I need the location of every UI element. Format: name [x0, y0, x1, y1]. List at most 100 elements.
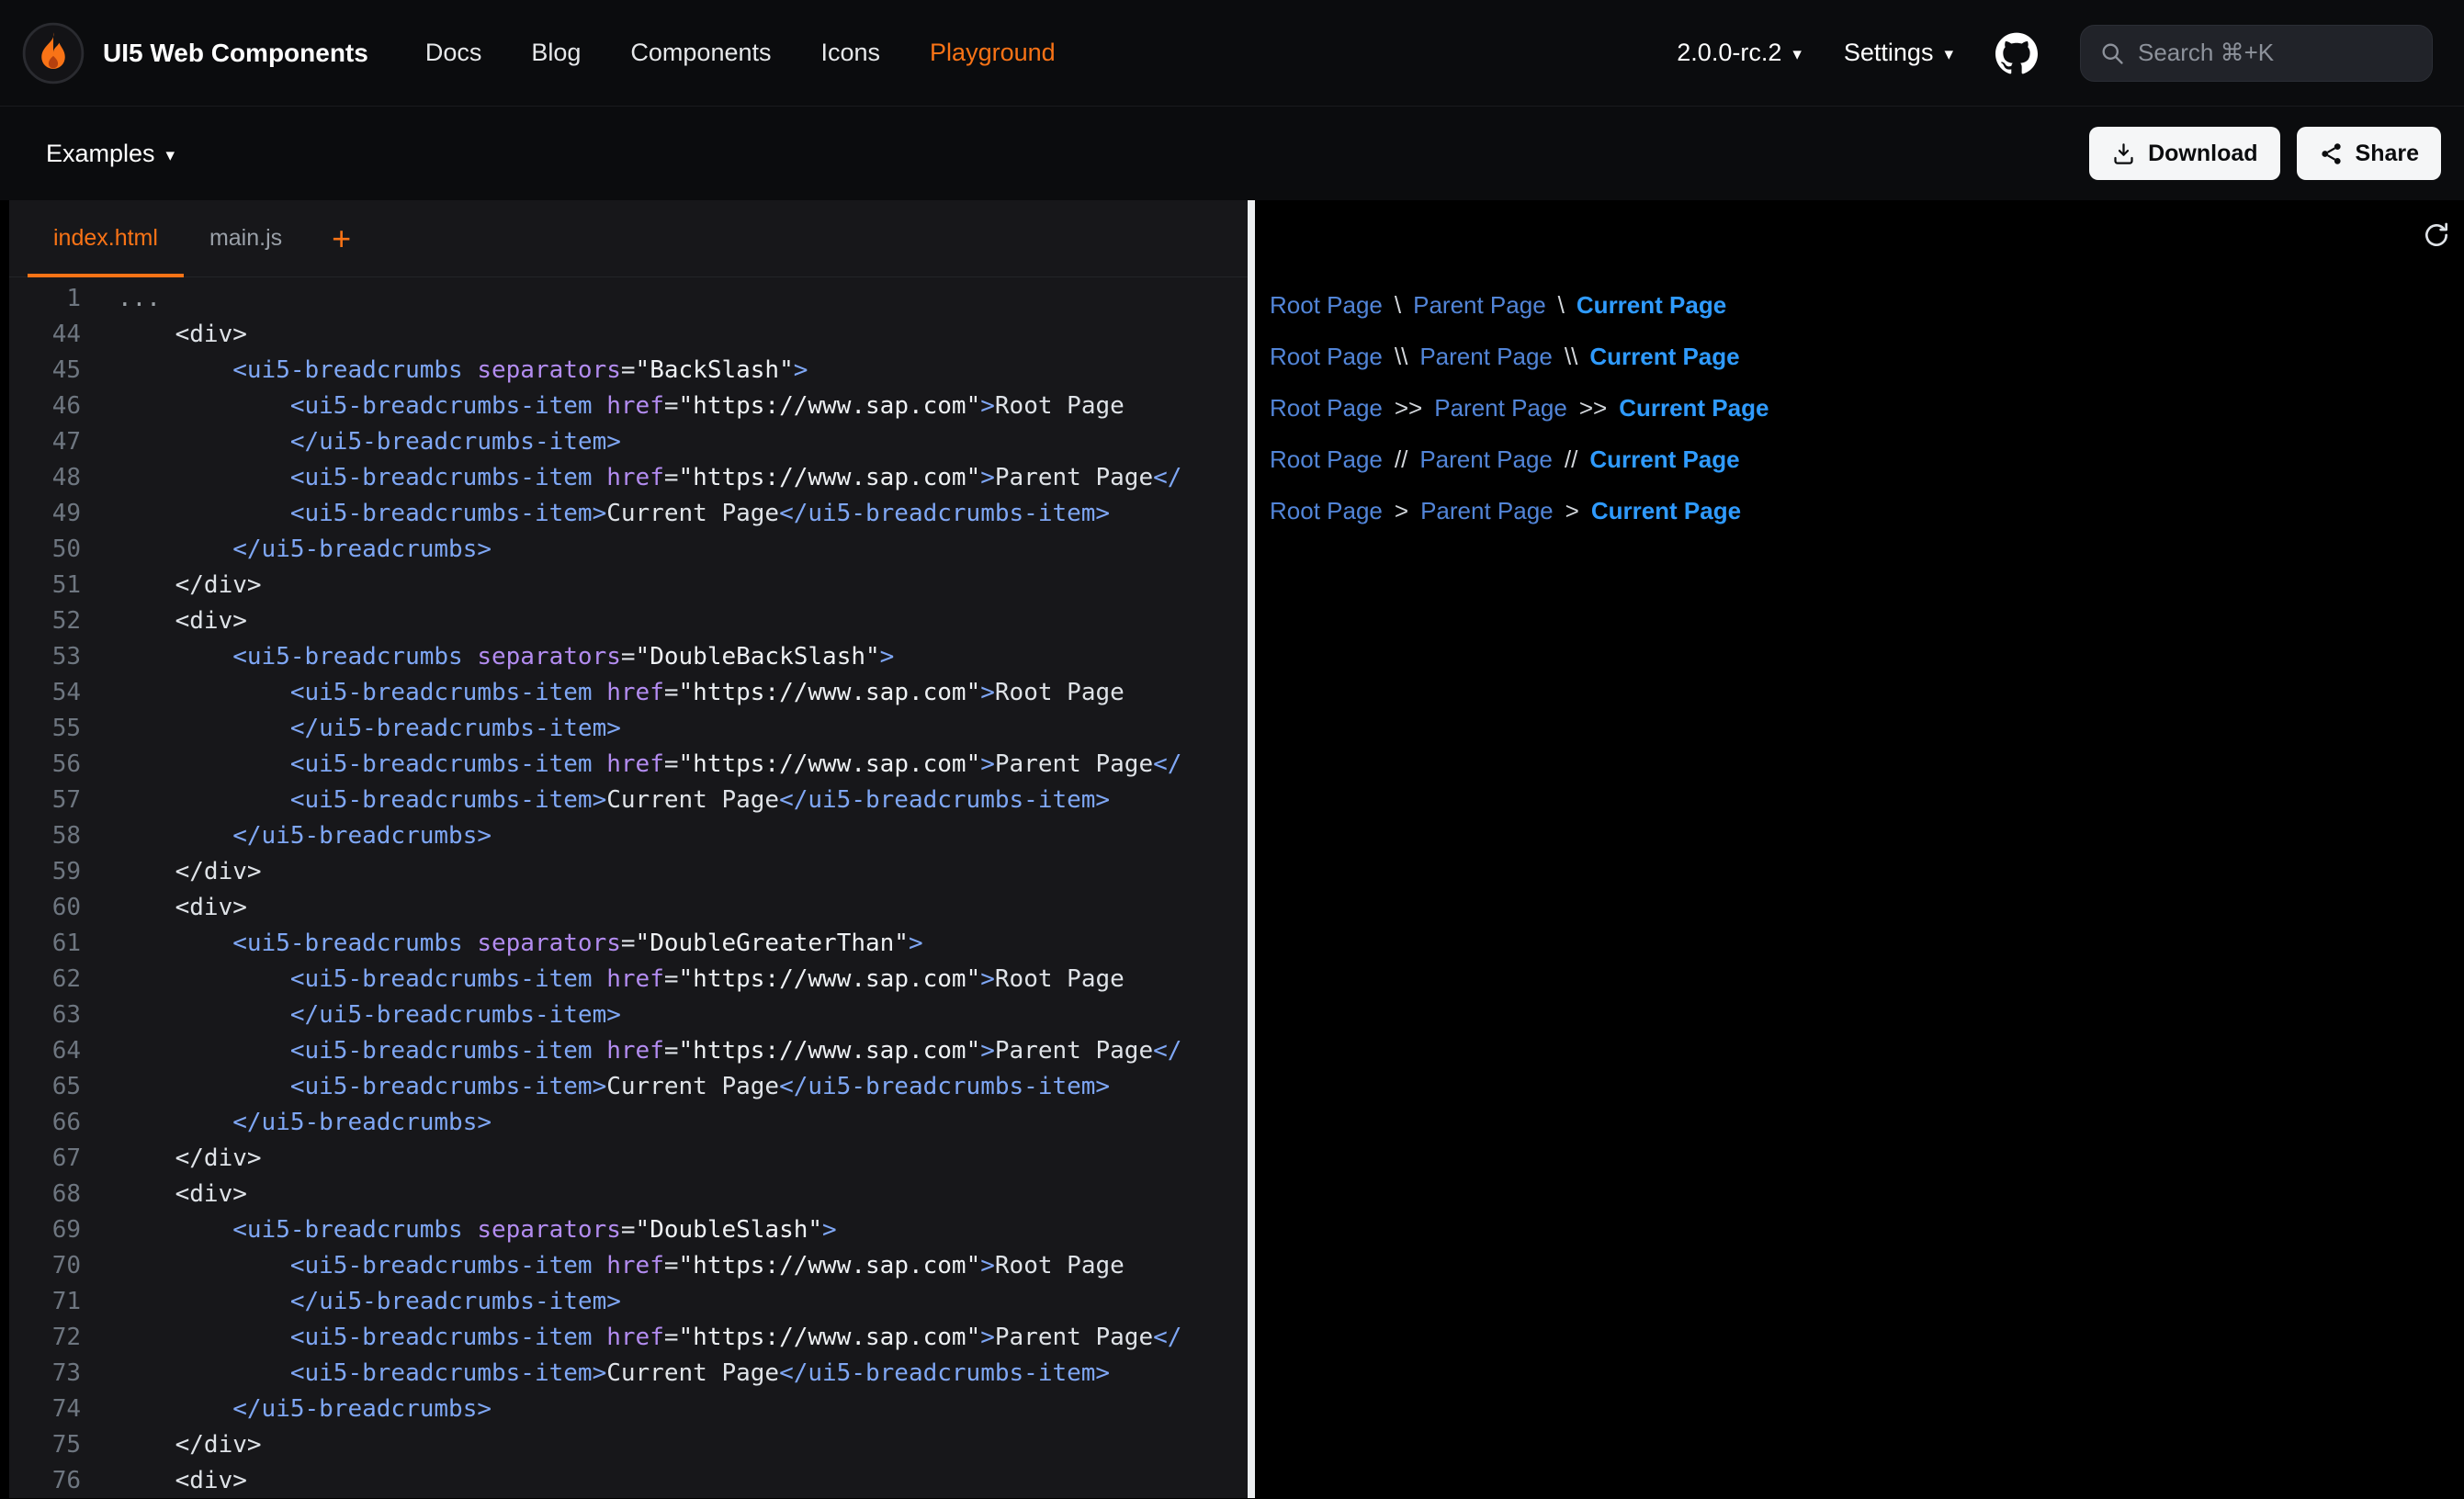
main-area: index.htmlmain.js + 1...44 <div>45 <ui5-b…	[0, 200, 2464, 1498]
chevron-down-icon: ▾	[166, 145, 175, 166]
breadcrumb-current: Current Page	[1577, 291, 1726, 319]
breadcrumb-row: Root Page>>Parent Page>>Current Page	[1270, 382, 2464, 434]
line-number: 62	[9, 962, 81, 997]
tab-main.js[interactable]: main.js	[184, 200, 308, 276]
breadcrumb-link[interactable]: Root Page	[1270, 291, 1383, 319]
tab-index.html[interactable]: index.html	[28, 200, 184, 276]
toolbar-right: Download Share	[2089, 127, 2441, 180]
line-number: 50	[9, 532, 81, 568]
code-text: </ui5-breadcrumbs-item>	[118, 711, 621, 747]
breadcrumb-separator: //	[1565, 445, 1577, 473]
share-button[interactable]: Share	[2297, 127, 2441, 180]
ui5-logo-flame-icon[interactable]	[22, 22, 85, 85]
line-number: 76	[9, 1463, 81, 1498]
breadcrumb-link[interactable]: Root Page	[1270, 394, 1383, 422]
code-line: 45 <ui5-breadcrumbs separators="BackSlas…	[9, 353, 1248, 389]
code-line: 74 </ui5-breadcrumbs>	[9, 1392, 1248, 1427]
refresh-icon[interactable]	[2422, 220, 2451, 250]
code-text: </ui5-breadcrumbs>	[118, 532, 492, 568]
line-number: 55	[9, 711, 81, 747]
code-text: <ui5-breadcrumbs-item>Current Page</ui5-…	[118, 783, 1110, 818]
line-number: 61	[9, 926, 81, 962]
code-line: 55 </ui5-breadcrumbs-item>	[9, 711, 1248, 747]
line-number: 49	[9, 496, 81, 532]
line-number: 75	[9, 1427, 81, 1463]
breadcrumb-link[interactable]: Parent Page	[1420, 497, 1554, 524]
download-icon	[2111, 141, 2136, 166]
code-text: <ui5-breadcrumbs-item href="https://www.…	[118, 1248, 1125, 1284]
line-number: 53	[9, 639, 81, 675]
code-line: 64 <ui5-breadcrumbs-item href="https://w…	[9, 1033, 1248, 1069]
search-icon	[2099, 40, 2125, 66]
code-text: <ui5-breadcrumbs-item>Current Page</ui5-…	[118, 1069, 1110, 1105]
code-text: <ui5-breadcrumbs-item href="https://www.…	[118, 747, 1181, 783]
code-lines[interactable]: 1...44 <div>45 <ui5-breadcrumbs separato…	[9, 277, 1248, 1498]
code-text: <ui5-breadcrumbs separators="DoubleSlash…	[118, 1212, 837, 1248]
top-navbar: UI5 Web Components Docs Blog Components Ico…	[0, 0, 2464, 107]
breadcrumb-current: Current Page	[1589, 343, 1739, 370]
line-number: 56	[9, 747, 81, 783]
brand-title: UI5 Web Components	[103, 39, 368, 68]
line-number: 58	[9, 818, 81, 854]
code-line: 46 <ui5-breadcrumbs-item href="https://w…	[9, 389, 1248, 424]
code-text: </ui5-breadcrumbs>	[118, 818, 492, 854]
breadcrumb-separator: \	[1558, 291, 1565, 319]
code-line: 1...	[9, 281, 1248, 317]
code-line: 50 </ui5-breadcrumbs>	[9, 532, 1248, 568]
breadcrumb-row: Root Page\\Parent Page\\Current Page	[1270, 331, 2464, 382]
code-text: <ui5-breadcrumbs-item href="https://www.…	[118, 962, 1125, 997]
chevron-down-icon: ▾	[1944, 44, 1953, 65]
download-button[interactable]: Download	[2089, 127, 2279, 180]
breadcrumb-link[interactable]: Parent Page	[1434, 394, 1567, 422]
code-text: <ui5-breadcrumbs separators="DoubleGreat…	[118, 926, 923, 962]
code-line: 71 </ui5-breadcrumbs-item>	[9, 1284, 1248, 1320]
breadcrumb-link[interactable]: Parent Page	[1419, 445, 1553, 473]
line-number: 47	[9, 424, 81, 460]
code-line: 56 <ui5-breadcrumbs-item href="https://w…	[9, 747, 1248, 783]
line-number: 51	[9, 568, 81, 603]
breadcrumb-link[interactable]: Parent Page	[1419, 343, 1553, 370]
code-line: 51 </div>	[9, 568, 1248, 603]
code-line: 68 <div>	[9, 1177, 1248, 1212]
code-line: 52 <div>	[9, 603, 1248, 639]
breadcrumb-link[interactable]: Root Page	[1270, 497, 1383, 524]
breadcrumb-link[interactable]: Parent Page	[1413, 291, 1546, 319]
line-number: 46	[9, 389, 81, 424]
breadcrumb-separator: \\	[1565, 343, 1577, 370]
code-line: 53 <ui5-breadcrumbs separators="DoubleBa…	[9, 639, 1248, 675]
github-icon[interactable]	[1995, 32, 2038, 74]
line-number: 59	[9, 854, 81, 890]
code-line: 59 </div>	[9, 854, 1248, 890]
version-dropdown[interactable]: 2.0.0-rc.2 ▾	[1677, 39, 1802, 67]
share-label: Share	[2356, 141, 2419, 167]
code-line: 57 <ui5-breadcrumbs-item>Current Page</u…	[9, 783, 1248, 818]
nav-item-playground[interactable]: Playground	[930, 39, 1056, 67]
nav-item-docs[interactable]: Docs	[425, 39, 482, 67]
code-text: <ui5-breadcrumbs-item>Current Page</ui5-…	[118, 496, 1110, 532]
code-text: <ui5-breadcrumbs-item href="https://www.…	[118, 1320, 1181, 1356]
breadcrumb-separator: >	[1395, 497, 1408, 524]
line-number: 67	[9, 1141, 81, 1177]
examples-dropdown[interactable]: Examples ▾	[46, 140, 175, 168]
line-number: 1	[9, 281, 81, 317]
code-text: <div>	[118, 890, 247, 926]
examples-toolbar: Examples ▾ Download Share	[0, 107, 2464, 200]
search-input[interactable]: Search ⌘+K	[2080, 25, 2433, 82]
chevron-down-icon: ▾	[1792, 44, 1802, 65]
line-number: 52	[9, 603, 81, 639]
nav-item-icons[interactable]: Icons	[821, 39, 881, 67]
settings-dropdown[interactable]: Settings ▾	[1844, 39, 1953, 67]
code-line: 61 <ui5-breadcrumbs separators="DoubleGr…	[9, 926, 1248, 962]
code-text: <ui5-breadcrumbs-item>Current Page</ui5-…	[118, 1356, 1110, 1392]
breadcrumb-separator: >	[1565, 497, 1579, 524]
breadcrumb-link[interactable]: Root Page	[1270, 343, 1383, 370]
examples-label: Examples	[46, 140, 155, 168]
code-line: 54 <ui5-breadcrumbs-item href="https://w…	[9, 675, 1248, 711]
add-file-button[interactable]: +	[332, 200, 351, 276]
code-line: 76 <div>	[9, 1463, 1248, 1498]
panel-resize-handle[interactable]	[1248, 200, 1255, 1498]
nav-item-blog[interactable]: Blog	[531, 39, 581, 67]
nav-item-components[interactable]: Components	[630, 39, 771, 67]
breadcrumb-link[interactable]: Root Page	[1270, 445, 1383, 473]
breadcrumb-current: Current Page	[1589, 445, 1739, 473]
